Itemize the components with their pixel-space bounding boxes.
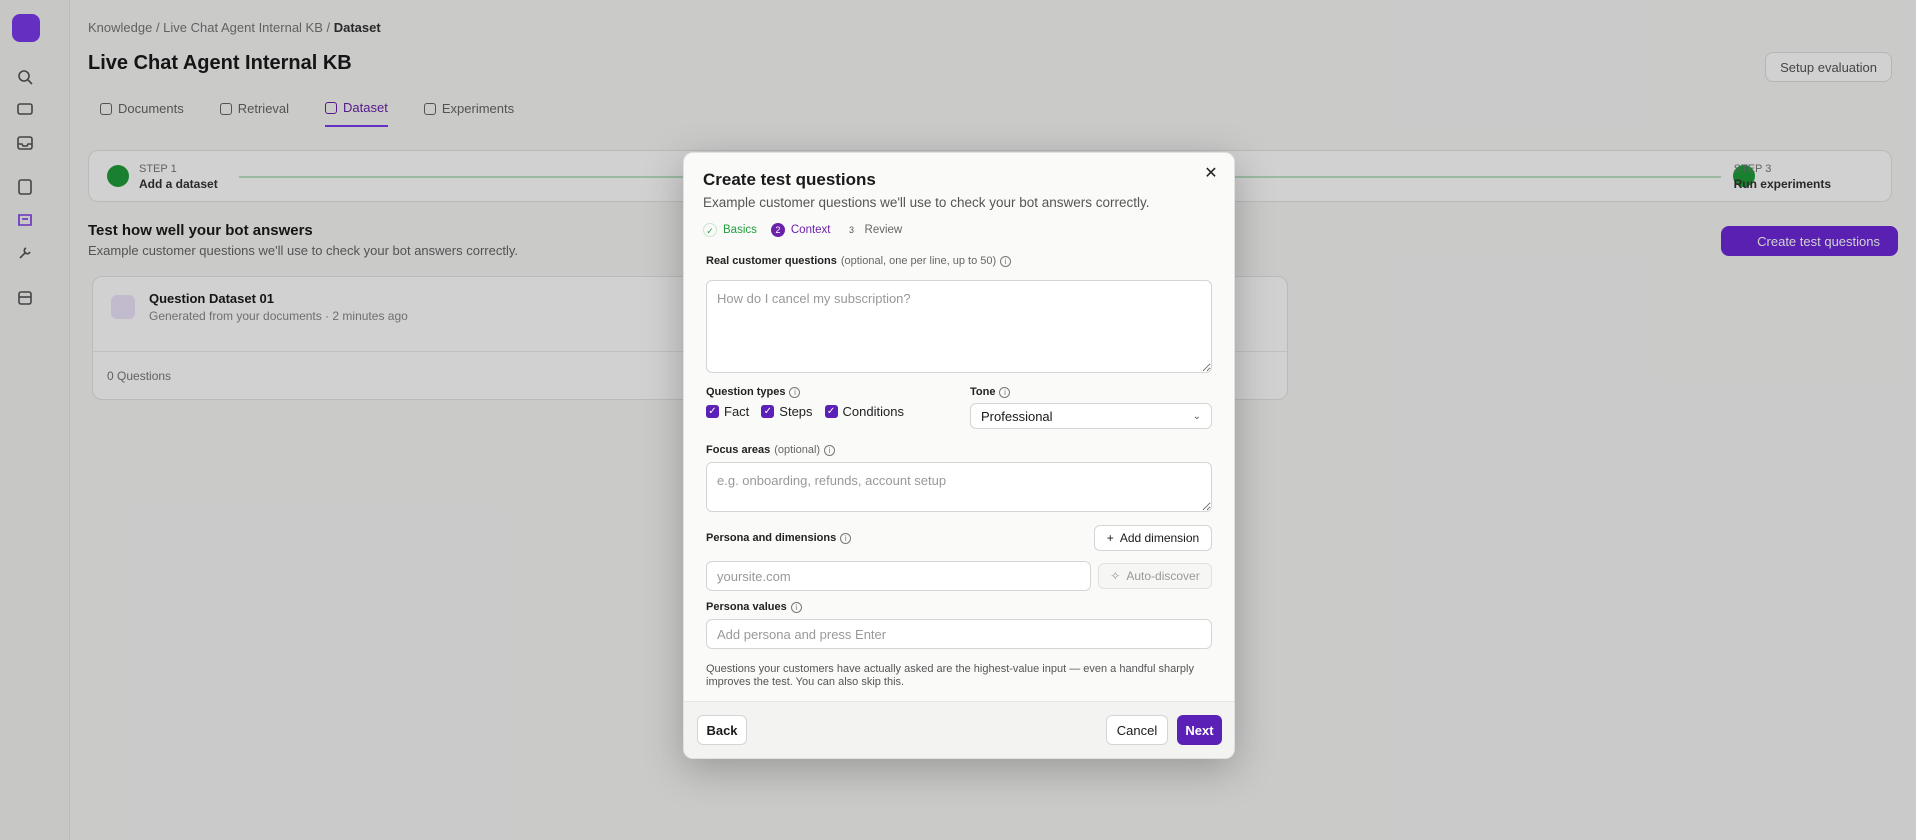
plus-icon: +	[1106, 531, 1114, 545]
checkbox-conditions[interactable]: ✓ Conditions	[824, 404, 904, 419]
helper-text: Questions your customers have actually a…	[706, 663, 1194, 688]
checkbox-steps[interactable]: ✓ Steps	[761, 404, 813, 419]
auto-discover-button[interactable]: ✧ Auto-discover	[1098, 563, 1212, 589]
add-dimension-button[interactable]: + Add dimension	[1094, 525, 1212, 551]
cancel-button[interactable]: Cancel	[1106, 715, 1168, 745]
real-questions-label: Real customer questions (optional, one p…	[706, 255, 1012, 267]
next-button[interactable]: Next	[1177, 715, 1222, 745]
back-button[interactable]: Back	[697, 715, 747, 745]
checkbox-checked-icon: ✓	[824, 405, 838, 418]
real-questions-textarea[interactable]	[706, 280, 1212, 373]
modal-title: Create test questions	[703, 170, 876, 189]
checkbox-fact[interactable]: ✓ Fact	[706, 404, 749, 419]
info-icon[interactable]: i	[999, 386, 1011, 398]
website-url-input[interactable]	[706, 561, 1091, 591]
step-label: Context	[790, 224, 831, 236]
sparkle-icon: ✧	[1110, 569, 1121, 583]
tone-value: Professional	[981, 408, 1053, 424]
checkbox-checked-icon: ✓	[761, 405, 775, 418]
create-test-questions-modal: ✕ Create test questions Example customer…	[683, 152, 1235, 759]
step-review: 3 Review	[845, 223, 903, 237]
persona-values-label: Persona values i	[706, 601, 802, 613]
wizard-stepper: ✓ Basics 2 Context 3 Review	[703, 223, 910, 237]
modal-footer: Back Cancel Next	[684, 701, 1234, 758]
info-icon[interactable]: i	[1000, 255, 1012, 267]
auto-discover-label: Auto-discover	[1126, 569, 1200, 583]
info-icon[interactable]: i	[790, 601, 802, 613]
info-icon[interactable]: i	[789, 386, 801, 398]
step-number: 3	[849, 225, 855, 235]
add-dimension-label: Add dimension	[1119, 531, 1200, 545]
tone-select[interactable]: Professional ⌄	[970, 403, 1212, 429]
focus-areas-textarea[interactable]	[706, 462, 1212, 512]
chevron-down-icon: ⌄	[1192, 410, 1201, 422]
info-icon[interactable]: i	[824, 444, 836, 456]
step-label: Basics	[723, 224, 757, 236]
check-icon: ✓	[703, 223, 717, 237]
modal-subtitle: Example customer questions we'll use to …	[703, 195, 1150, 210]
step-label: Review	[864, 224, 903, 236]
close-icon[interactable]: ✕	[1202, 165, 1220, 183]
question-types-label: Question types i	[706, 386, 801, 398]
step-number: 2	[770, 223, 785, 237]
persona-dimensions-label: Persona and dimensions i	[706, 532, 852, 544]
focus-areas-label: Focus areas (optional) i	[706, 444, 836, 456]
checkbox-checked-icon: ✓	[706, 405, 719, 418]
tone-label: Tone i	[970, 386, 1011, 398]
persona-values-input[interactable]	[706, 619, 1212, 649]
step-basics[interactable]: ✓ Basics	[703, 223, 757, 237]
question-types-group: ✓ Fact ✓ Steps ✓ Conditions	[706, 404, 904, 419]
step-context: 2 Context	[770, 223, 831, 237]
info-icon[interactable]: i	[840, 532, 852, 544]
